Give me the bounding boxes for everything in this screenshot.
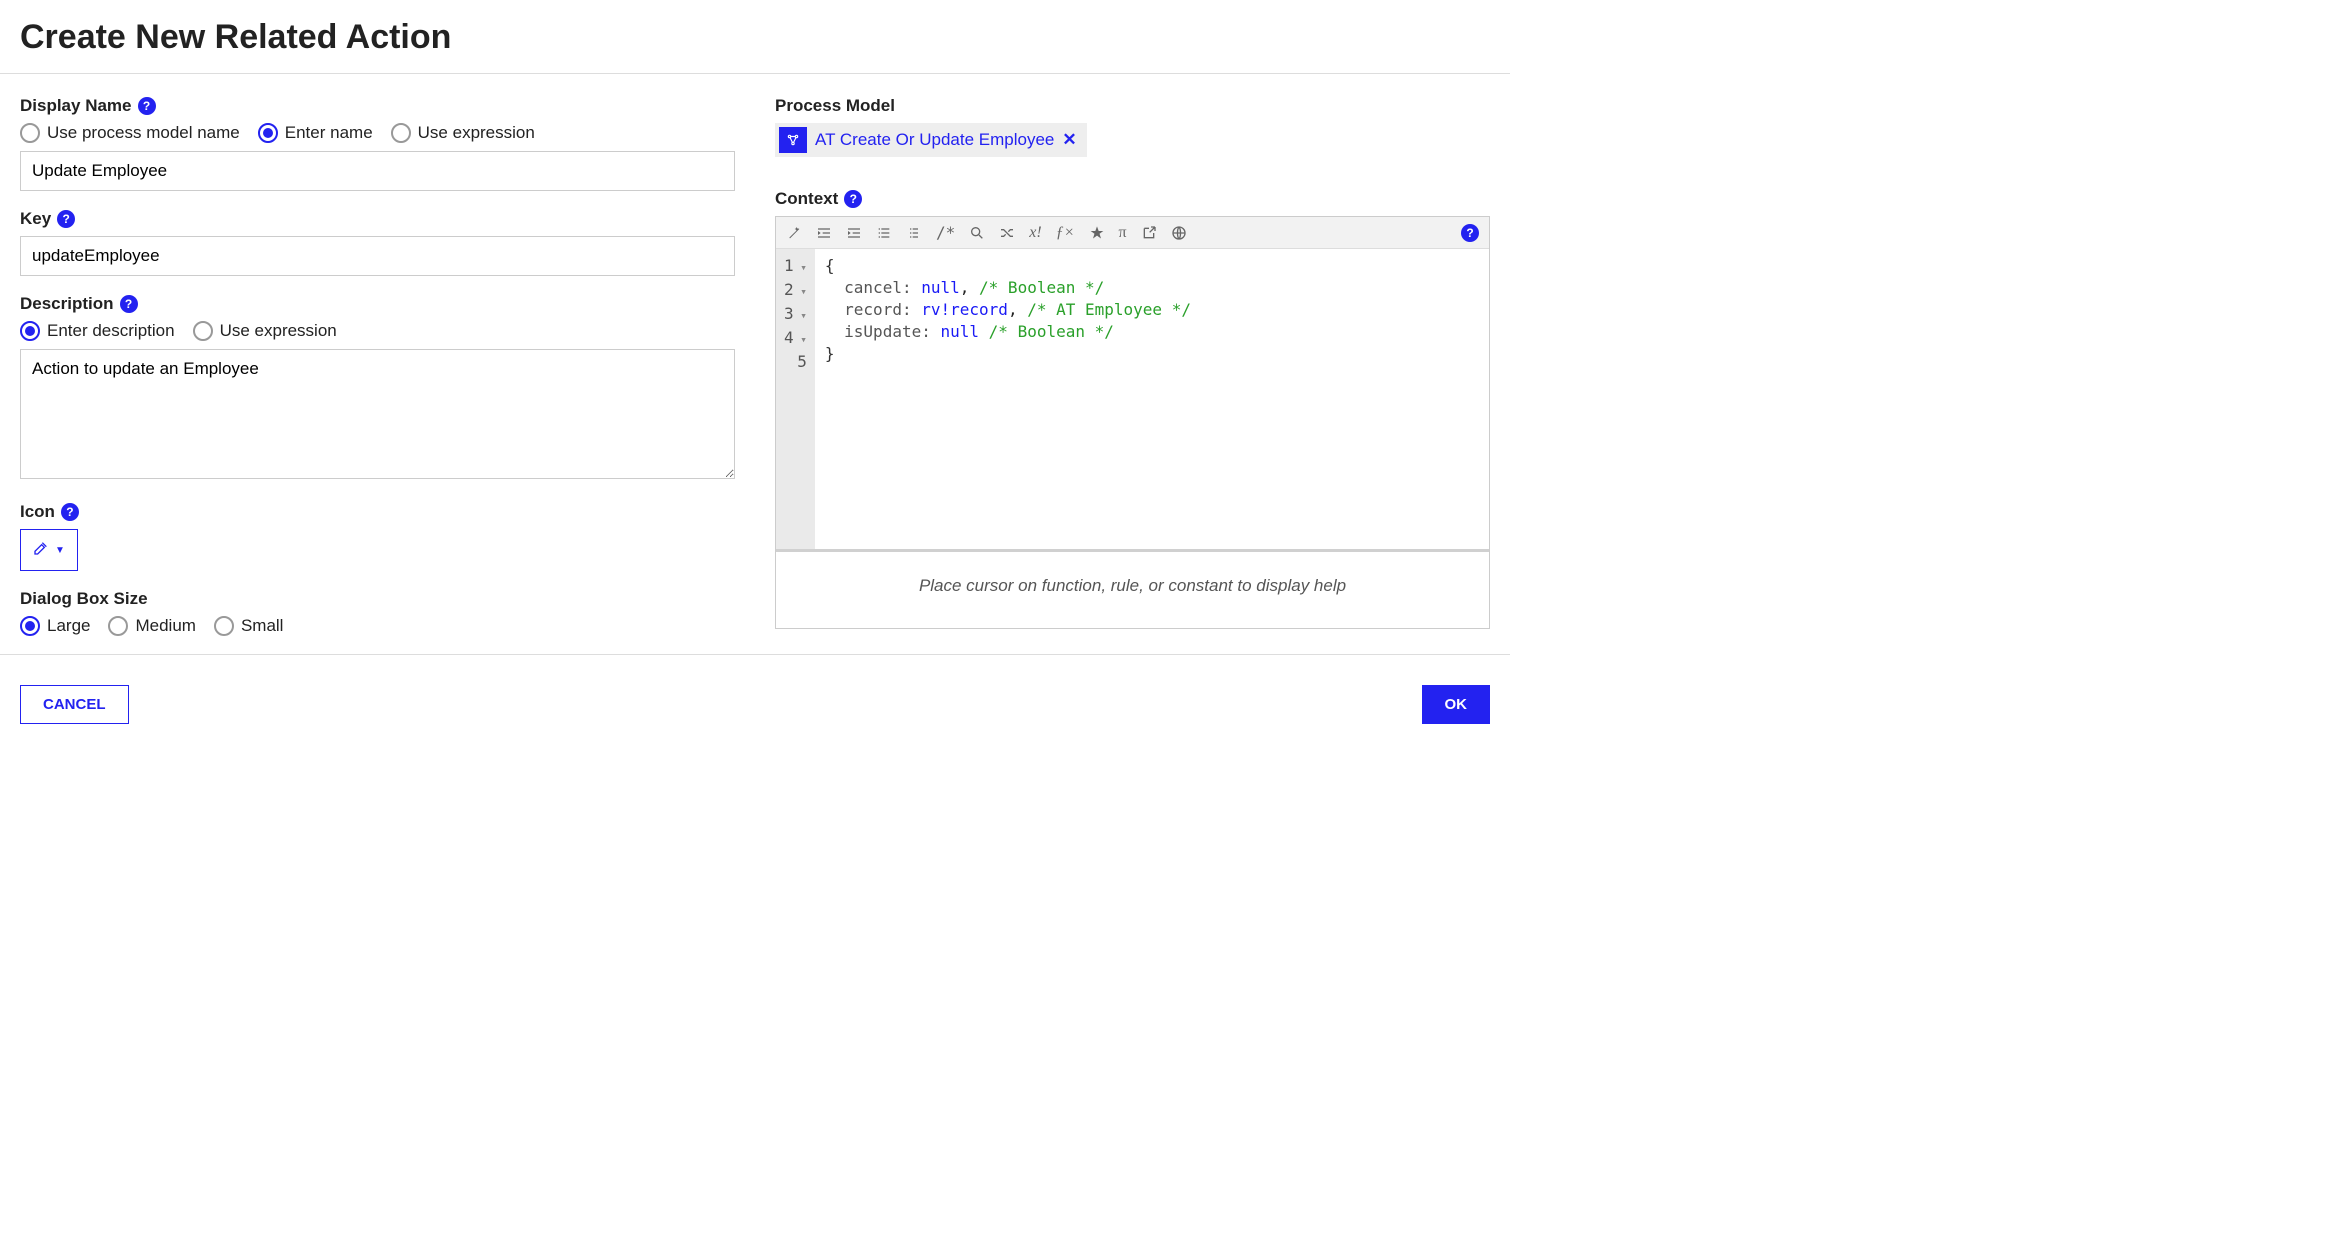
- variable-icon[interactable]: x!: [1029, 224, 1041, 242]
- list-icon[interactable]: [876, 225, 892, 241]
- radio-icon: [20, 616, 40, 636]
- globe-icon[interactable]: [1171, 225, 1187, 241]
- process-model-chip[interactable]: AT Create Or Update Employee ✕: [775, 123, 1087, 157]
- search-icon[interactable]: [969, 225, 985, 241]
- radio-label: Use process model name: [47, 123, 240, 143]
- icon-label: Icon: [20, 502, 55, 522]
- editor-gutter: 1 2 3 4 5: [776, 249, 815, 549]
- indent-icon[interactable]: [846, 225, 862, 241]
- radio-label: Enter description: [47, 321, 175, 341]
- help-icon[interactable]: ?: [1461, 224, 1479, 242]
- process-model-label: Process Model: [775, 96, 895, 116]
- editor-code[interactable]: { cancel: null, /* Boolean */ record: rv…: [815, 249, 1201, 549]
- radio-icon: [20, 321, 40, 341]
- radio-dialog-large[interactable]: Large: [20, 616, 90, 636]
- context-label: Context: [775, 189, 838, 209]
- help-icon[interactable]: ?: [57, 210, 75, 228]
- comment-icon[interactable]: /*: [936, 223, 955, 242]
- radio-icon: [193, 321, 213, 341]
- radio-icon: [214, 616, 234, 636]
- process-model-chip-label: AT Create Or Update Employee: [815, 130, 1054, 150]
- description-input[interactable]: [20, 349, 735, 479]
- radio-label: Small: [241, 616, 284, 636]
- radio-label: Medium: [135, 616, 195, 636]
- radio-icon: [258, 123, 278, 143]
- radio-use-expression-desc[interactable]: Use expression: [193, 321, 337, 341]
- function-icon[interactable]: ƒ×: [1056, 224, 1075, 242]
- radio-enter-description[interactable]: Enter description: [20, 321, 175, 341]
- pencil-square-icon: [33, 540, 49, 561]
- process-model-remove-icon[interactable]: ✕: [1062, 130, 1076, 150]
- cancel-button[interactable]: CANCEL: [20, 685, 129, 724]
- help-icon[interactable]: ?: [138, 97, 156, 115]
- star-icon[interactable]: [1089, 225, 1105, 241]
- radio-dialog-medium[interactable]: Medium: [108, 616, 195, 636]
- radio-label: Use expression: [220, 321, 337, 341]
- editor-body[interactable]: 1 2 3 4 5 { cancel: null, /* Boolean */ …: [776, 249, 1489, 549]
- process-model-icon: [779, 127, 807, 153]
- dialog-size-label: Dialog Box Size: [20, 589, 148, 609]
- outdent-icon[interactable]: [816, 225, 832, 241]
- key-label: Key: [20, 209, 51, 229]
- radio-label: Large: [47, 616, 90, 636]
- left-column: Display Name ? Use process model name En…: [20, 96, 735, 654]
- display-name-label: Display Name: [20, 96, 132, 116]
- help-icon[interactable]: ?: [61, 503, 79, 521]
- pi-icon[interactable]: π: [1119, 224, 1127, 242]
- radio-icon: [108, 616, 128, 636]
- help-icon[interactable]: ?: [120, 295, 138, 313]
- description-label: Description: [20, 294, 114, 314]
- export-icon[interactable]: [1141, 225, 1157, 241]
- right-column: Process Model AT Create Or Update Employ…: [775, 96, 1490, 654]
- radio-icon: [391, 123, 411, 143]
- radio-use-expression-name[interactable]: Use expression: [391, 123, 535, 143]
- page-title: Create New Related Action: [20, 18, 1490, 57]
- magic-wand-icon[interactable]: [786, 225, 802, 241]
- editor-toolbar: /* x! ƒ× π ?: [776, 217, 1489, 249]
- ok-button[interactable]: OK: [1422, 685, 1491, 724]
- expression-editor: /* x! ƒ× π ? 1: [775, 216, 1490, 629]
- editor-help-panel: Place cursor on function, rule, or const…: [776, 549, 1489, 628]
- format-icon[interactable]: [906, 225, 922, 241]
- divider: [0, 654, 1510, 655]
- shuffle-icon[interactable]: [999, 225, 1015, 241]
- caret-down-icon: ▼: [55, 545, 65, 556]
- display-name-input[interactable]: [20, 151, 735, 191]
- divider: [0, 73, 1510, 74]
- radio-icon: [20, 123, 40, 143]
- dialog-footer: CANCEL OK: [20, 685, 1490, 724]
- radio-enter-name[interactable]: Enter name: [258, 123, 373, 143]
- create-related-action-dialog: Create New Related Action Display Name ?…: [0, 18, 1510, 744]
- radio-use-process-model-name[interactable]: Use process model name: [20, 123, 240, 143]
- key-input[interactable]: [20, 236, 735, 276]
- radio-dialog-small[interactable]: Small: [214, 616, 284, 636]
- icon-picker-button[interactable]: ▼: [20, 529, 78, 571]
- help-icon[interactable]: ?: [844, 190, 862, 208]
- radio-label: Enter name: [285, 123, 373, 143]
- radio-label: Use expression: [418, 123, 535, 143]
